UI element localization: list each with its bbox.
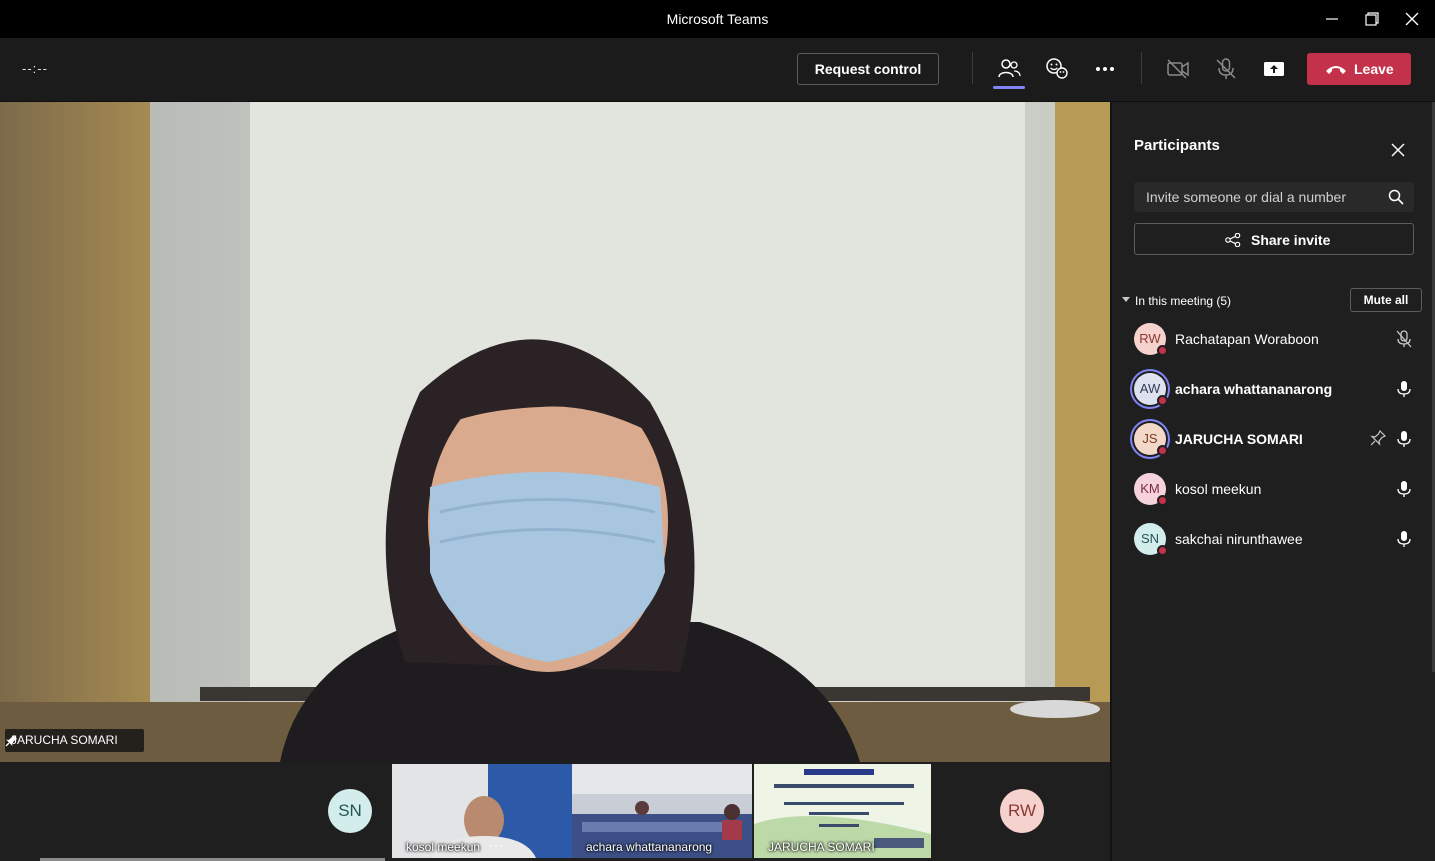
close-icon — [1391, 143, 1405, 157]
camera-toggle-button[interactable] — [1162, 54, 1194, 84]
status-badge — [1157, 395, 1168, 406]
leave-label: Leave — [1354, 61, 1394, 77]
share-screen-button[interactable] — [1258, 54, 1290, 84]
close-window-button[interactable] — [1392, 0, 1432, 38]
restore-button[interactable] — [1352, 0, 1392, 38]
share-invite-button[interactable]: Share invite — [1134, 223, 1414, 255]
title-bar: Microsoft Teams — [0, 0, 1435, 38]
more-icon — [1096, 67, 1114, 71]
react-button[interactable] — [1041, 54, 1073, 84]
active-tab-indicator — [993, 86, 1025, 89]
teams-window: Microsoft Teams --:-- Request control Le… — [0, 0, 1435, 861]
camera-off-icon — [1167, 59, 1189, 79]
window-title: Microsoft Teams — [666, 11, 769, 27]
mic-icon[interactable] — [1396, 480, 1412, 498]
participants-toggle-button[interactable] — [993, 54, 1025, 84]
tile-label: JARUCHA SOMARI — [768, 840, 875, 854]
filmstrip-tile-achara[interactable]: achara whattananarong — [572, 764, 752, 858]
participants-panel: Participants Share invite — [1111, 102, 1435, 861]
share-screen-icon — [1264, 62, 1284, 76]
participant-name: sakchai nirunthawee — [1175, 531, 1303, 547]
chevron-down-icon — [1122, 297, 1130, 302]
status-badge — [1157, 495, 1168, 506]
tile-more-icon[interactable]: ··· — [489, 838, 504, 852]
participant-row[interactable]: JS JARUCHA SOMARI — [1122, 417, 1422, 461]
mic-off-icon[interactable] — [1396, 330, 1412, 348]
speaker-name: JARUCHA SOMARI — [11, 733, 118, 747]
status-badge — [1157, 445, 1168, 456]
filmstrip: SN kosol meekun ··· achara whattananaron… — [0, 762, 1110, 861]
restore-icon — [1365, 12, 1379, 26]
participant-name: JARUCHA SOMARI — [1175, 431, 1303, 447]
meeting-timer: --:-- — [22, 61, 48, 76]
request-control-button[interactable]: Request control — [797, 53, 939, 85]
minimize-button[interactable] — [1312, 0, 1352, 38]
meeting-toolbar: --:-- Request control Leave — [0, 38, 1435, 102]
filmstrip-tile-kosol[interactable]: kosol meekun ··· — [392, 764, 572, 858]
participant-name: achara whattananarong — [1175, 381, 1333, 397]
participant-row[interactable]: SN sakchai nirunthawee — [1122, 517, 1422, 561]
status-badge — [1157, 345, 1168, 356]
share-icon — [1225, 233, 1241, 247]
main-video[interactable]: JARUCHA SOMARI — [0, 102, 1110, 762]
share-invite-label: Share invite — [1251, 232, 1331, 248]
toolbar-divider — [1141, 52, 1142, 84]
speaker-name-tag: JARUCHA SOMARI — [5, 729, 144, 752]
participants-icon — [998, 59, 1021, 78]
filmstrip-avatar-rw[interactable]: RW — [1000, 789, 1044, 833]
speaker-video-frame — [0, 102, 1110, 762]
tile-label: kosol meekun — [406, 840, 481, 854]
phone-hangup-icon — [1326, 66, 1346, 74]
panel-title: Participants — [1134, 137, 1220, 154]
mic-icon[interactable] — [1396, 430, 1412, 448]
section-title: In this meeting (5) — [1135, 294, 1232, 308]
search-icon[interactable] — [1388, 189, 1404, 205]
close-panel-button[interactable] — [1388, 140, 1408, 160]
participant-name: Rachatapan Woraboon — [1175, 331, 1319, 347]
pin-icon[interactable] — [1370, 430, 1386, 446]
tile-label: achara whattananarong — [586, 840, 713, 854]
participant-name: kosol meekun — [1175, 481, 1262, 497]
invite-search-input[interactable] — [1134, 182, 1414, 212]
participant-row[interactable]: AW achara whattananarong — [1122, 367, 1422, 411]
participant-row[interactable]: KM kosol meekun — [1122, 467, 1422, 511]
mute-all-button[interactable]: Mute all — [1350, 288, 1422, 312]
close-icon — [1405, 12, 1419, 26]
react-icon — [1046, 58, 1068, 79]
status-badge — [1157, 545, 1168, 556]
participant-row[interactable]: RW Rachatapan Woraboon — [1122, 317, 1422, 361]
leave-button[interactable]: Leave — [1307, 53, 1411, 85]
pin-icon — [5, 735, 17, 747]
mic-off-icon — [1216, 58, 1236, 79]
mic-icon[interactable] — [1396, 380, 1412, 398]
toolbar-divider — [972, 52, 973, 84]
filmstrip-tile-jarucha[interactable]: JARUCHA SOMARI — [754, 764, 931, 858]
meeting-section-header[interactable]: In this meeting (5) Mute all — [1122, 288, 1422, 312]
minimize-icon — [1326, 18, 1338, 20]
more-actions-button[interactable] — [1089, 54, 1121, 84]
filmstrip-avatar-sn[interactable]: SN — [328, 789, 372, 833]
mic-icon[interactable] — [1396, 530, 1412, 548]
mic-toggle-button[interactable] — [1210, 54, 1242, 84]
